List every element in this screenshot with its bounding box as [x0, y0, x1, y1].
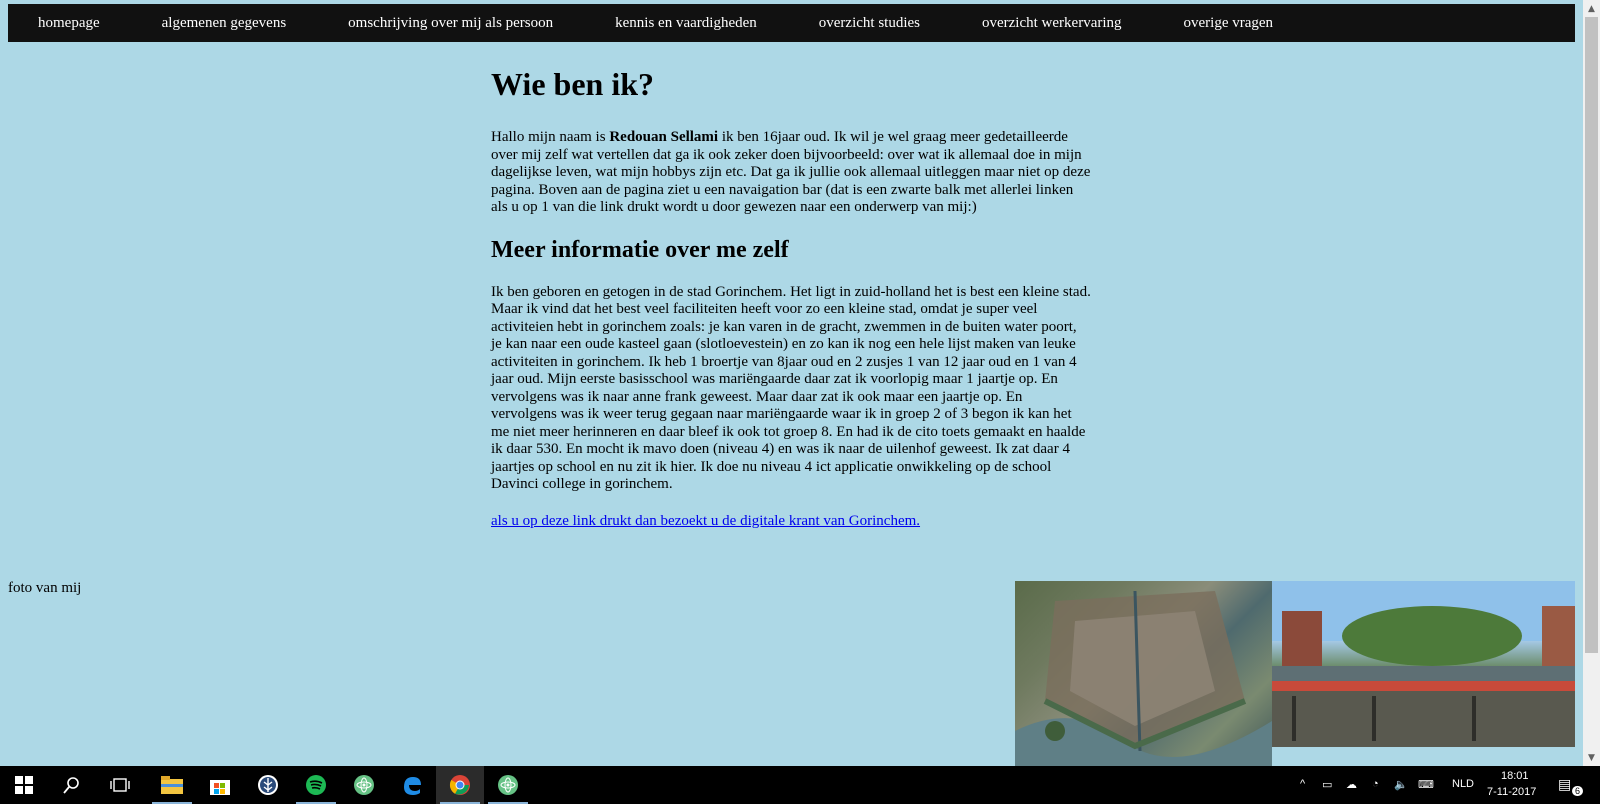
page-title: Wie ben ik?: [491, 66, 654, 102]
navigation-bar: homepage algemenen gegevens omschrijving…: [8, 4, 1575, 42]
search-icon[interactable]: [48, 766, 96, 804]
app-leaf-icon[interactable]: [244, 766, 292, 804]
clock-date[interactable]: 7-11-2017: [1487, 786, 1536, 798]
spotify-icon[interactable]: [292, 766, 340, 804]
section-heading: Meer informatie over me zelf: [491, 236, 789, 263]
intro-text-start: Hallo mijn naam is: [491, 129, 610, 145]
cloud-icon[interactable]: ☁: [1346, 778, 1357, 791]
nav-link-overige-vragen[interactable]: overige vragen: [1154, 15, 1306, 32]
body-paragraph: Ik ben geboren en getogen in de stad Gor…: [491, 283, 1091, 493]
digital-newspaper-link[interactable]: als u op deze link drukt dan bezoekt u d…: [491, 513, 920, 529]
scroll-down-arrow-icon[interactable]: ▼: [1583, 749, 1600, 766]
task-view-icon[interactable]: [96, 766, 144, 804]
notification-count-badge: 6: [1572, 786, 1584, 796]
battery-icon[interactable]: ▭: [1322, 778, 1332, 791]
photo-label: foto van mij: [8, 580, 82, 596]
language-indicator[interactable]: NLD: [1452, 778, 1474, 790]
volume-icon[interactable]: 🔈: [1394, 778, 1408, 791]
scroll-up-arrow-icon[interactable]: ▲: [1583, 0, 1600, 17]
nav-link-algemenen-gegevens[interactable]: algemenen gegevens: [132, 15, 319, 32]
edge-icon[interactable]: [388, 766, 436, 804]
main-content: Wie ben ik? Hallo mijn naam is Redouan S…: [491, 56, 1091, 530]
gorinchem-aerial-map-image: [1015, 581, 1272, 766]
notification-center-icon[interactable]: ▤: [1558, 776, 1571, 793]
file-explorer-icon[interactable]: [148, 766, 196, 804]
windows-taskbar: ^ ▭ ☁ ◔ 🔈 ⌨ NLD 18:01 7-11-2017 ▤ 6: [0, 766, 1600, 804]
vertical-scrollbar[interactable]: ▲ ▼: [1583, 0, 1600, 766]
clock-time[interactable]: 18:01: [1501, 770, 1529, 782]
chrome-icon[interactable]: [436, 766, 484, 804]
scrollbar-thumb[interactable]: [1585, 17, 1598, 653]
nav-link-werkervaring[interactable]: overzicht werkervaring: [952, 15, 1154, 32]
windows-start-icon[interactable]: [0, 766, 48, 804]
wifi-icon[interactable]: ◔: [1372, 778, 1379, 790]
intro-paragraph: Hallo mijn naam is Redouan Sellami ik be…: [491, 129, 1091, 217]
atom-icon-2[interactable]: [484, 766, 532, 804]
keyboard-icon[interactable]: ⌨: [1418, 778, 1434, 791]
browser-page: homepage algemenen gegevens omschrijving…: [0, 0, 1583, 766]
show-hidden-icons-chevron-icon[interactable]: ^: [1300, 778, 1305, 790]
nav-link-omschrijving[interactable]: omschrijving over mij als persoon: [318, 15, 585, 32]
gorinchem-canal-photo: [1272, 581, 1575, 747]
nav-link-studies[interactable]: overzicht studies: [789, 15, 952, 32]
author-name: Redouan Sellami: [609, 129, 719, 145]
nav-link-kennis[interactable]: kennis en vaardigheden: [585, 15, 789, 32]
atom-icon[interactable]: [340, 766, 388, 804]
nav-link-homepage[interactable]: homepage: [8, 15, 132, 32]
store-icon[interactable]: [196, 766, 244, 804]
